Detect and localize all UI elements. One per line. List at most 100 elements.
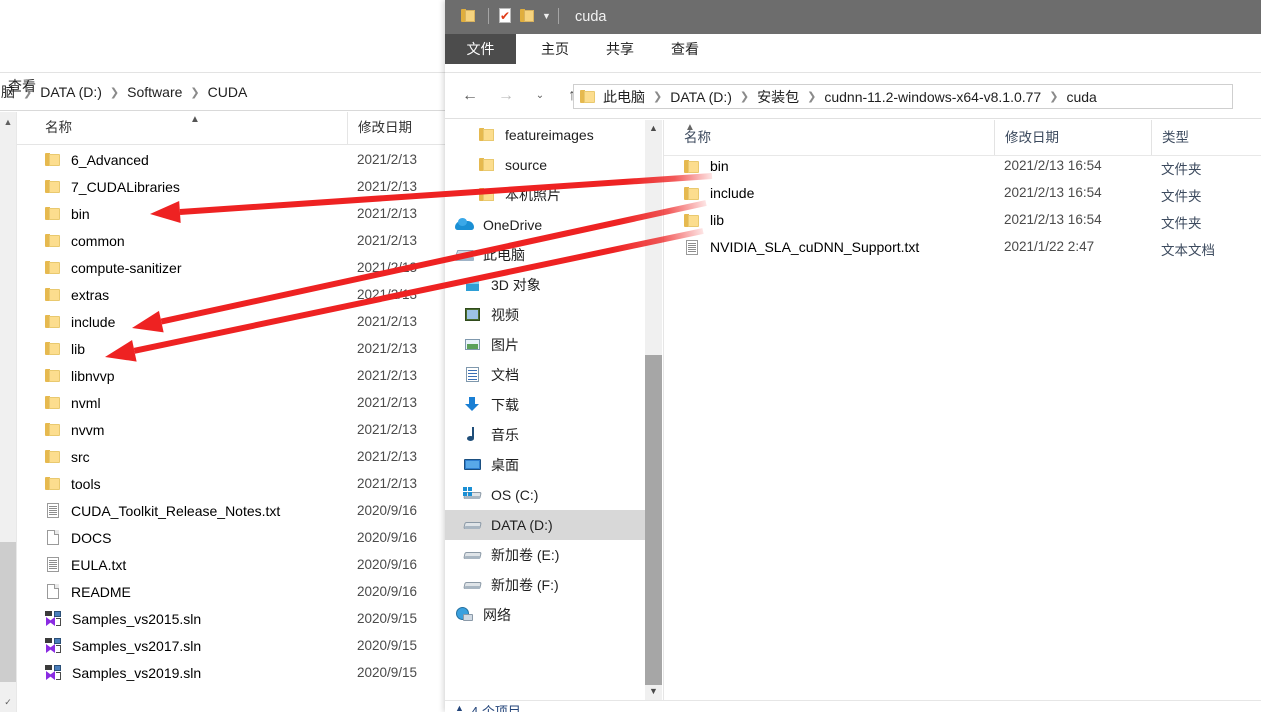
- nav-pane-item[interactable]: 网络: [445, 600, 645, 630]
- table-row[interactable]: bin 2021/2/13: [17, 200, 445, 227]
- file-name-cell[interactable]: 6_Advanced: [45, 152, 149, 168]
- table-row[interactable]: DOCS 2020/9/16: [17, 524, 445, 551]
- table-row[interactable]: tools 2021/2/13: [17, 470, 445, 497]
- file-name-cell[interactable]: NVIDIA_SLA_cuDNN_Support.txt: [684, 239, 919, 255]
- tab-file[interactable]: 文件: [445, 34, 516, 64]
- breadcrumb-segment[interactable]: CUDA: [207, 84, 249, 100]
- file-name-cell[interactable]: 7_CUDALibraries: [45, 179, 180, 195]
- right-file-list[interactable]: bin 2021/2/13 16:54 文件夹 include 2021/2/13 16…: [664, 158, 1261, 266]
- breadcrumb-segment[interactable]: 脑: [0, 82, 16, 102]
- nav-pane-item[interactable]: OS (C:): [445, 480, 645, 510]
- address-input[interactable]: 此电脑 ❯ DATA (D:) ❯ 安装包 ❯ cudnn-11.2-windows-x64…: [573, 84, 1233, 109]
- table-row[interactable]: NVIDIA_SLA_cuDNN_Support.txt 2021/1/22 2:…: [664, 239, 1261, 266]
- navigation-pane[interactable]: featureimages source 本机照片 OneDrive 此电脑 3D 对象视…: [445, 120, 645, 700]
- file-name-cell[interactable]: bin: [684, 158, 729, 174]
- table-row[interactable]: EULA.txt 2020/9/16: [17, 551, 445, 578]
- nav-scroll-thumb[interactable]: [645, 355, 662, 685]
- file-name-cell[interactable]: src: [45, 449, 90, 465]
- forward-button[interactable]: →: [493, 83, 519, 109]
- table-row[interactable]: lib 2021/2/13 16:54 文件夹: [664, 212, 1261, 239]
- recent-locations-button[interactable]: ⌄: [527, 83, 553, 109]
- file-name-cell[interactable]: libnvvp: [45, 368, 115, 384]
- table-row[interactable]: bin 2021/2/13 16:54 文件夹: [664, 158, 1261, 185]
- nav-pane-item[interactable]: 音乐: [445, 420, 645, 450]
- table-row[interactable]: CUDA_Toolkit_Release_Notes.txt 2020/9/16: [17, 497, 445, 524]
- breadcrumb-segment[interactable]: DATA (D:): [669, 89, 733, 105]
- table-row[interactable]: src 2021/2/13: [17, 443, 445, 470]
- table-row[interactable]: include 2021/2/13 16:54 文件夹: [664, 185, 1261, 212]
- left-nav-pane-scrollbar[interactable]: ▲ ✓: [0, 112, 17, 712]
- properties-icon[interactable]: ✔: [496, 7, 514, 25]
- nav-pane-item[interactable]: 此电脑: [445, 240, 645, 270]
- file-name-cell[interactable]: extras: [45, 287, 109, 303]
- nav-pane-item[interactable]: 3D 对象: [445, 270, 645, 300]
- left-address-bar[interactable]: 脑 ❯ DATA (D:) ❯ Software ❯ CUDA: [0, 78, 445, 106]
- left-nav-scroll-down-icon[interactable]: ✓: [2, 696, 14, 708]
- nav-pane-item[interactable]: 下载: [445, 390, 645, 420]
- table-row[interactable]: libnvvp 2021/2/13: [17, 362, 445, 389]
- file-name-cell[interactable]: tools: [45, 476, 101, 492]
- chevron-down-icon[interactable]: ▼: [542, 11, 551, 21]
- right-column-header-date[interactable]: 修改日期: [994, 120, 1059, 155]
- breadcrumb-segment[interactable]: cuda: [1065, 89, 1097, 105]
- file-name-cell[interactable]: EULA.txt: [45, 557, 126, 573]
- file-name-cell[interactable]: nvml: [45, 395, 101, 411]
- breadcrumb-segment[interactable]: cudnn-11.2-windows-x64-v8.1.0.77: [823, 89, 1042, 105]
- table-row[interactable]: 7_CUDALibraries 2021/2/13: [17, 173, 445, 200]
- table-row[interactable]: README 2020/9/16: [17, 578, 445, 605]
- back-button[interactable]: ←: [457, 83, 483, 109]
- file-name-cell[interactable]: compute-sanitizer: [45, 260, 182, 276]
- nav-pane-item[interactable]: 本机照片: [445, 180, 645, 210]
- breadcrumb-segment[interactable]: 此电脑: [602, 87, 646, 107]
- quick-access-toolbar[interactable]: ✔ ▼: [459, 7, 566, 25]
- nav-pane-item[interactable]: source: [445, 150, 645, 180]
- table-row[interactable]: Samples_vs2015.sln 2020/9/15: [17, 605, 445, 632]
- nav-pane-item[interactable]: DATA (D:): [445, 510, 645, 540]
- file-name-cell[interactable]: Samples_vs2015.sln: [45, 611, 201, 627]
- left-breadcrumb[interactable]: 脑 ❯ DATA (D:) ❯ Software ❯ CUDA: [0, 78, 445, 106]
- breadcrumb-segment[interactable]: 安装包: [756, 87, 800, 107]
- file-name-cell[interactable]: common: [45, 233, 125, 249]
- left-file-list[interactable]: 6_Advanced 2021/2/13 7_CUDALibraries 2021/2…: [17, 146, 445, 686]
- left-column-header-name[interactable]: 名称: [45, 112, 72, 144]
- tab-share[interactable]: 共享: [592, 34, 648, 64]
- nav-pane-item[interactable]: 桌面: [445, 450, 645, 480]
- right-title-bar[interactable]: ✔ ▼ cuda: [445, 0, 1261, 34]
- file-name-cell[interactable]: DOCS: [45, 530, 111, 546]
- tab-home[interactable]: 主页: [527, 34, 583, 64]
- tab-view[interactable]: 查看: [657, 34, 713, 64]
- table-row[interactable]: compute-sanitizer 2021/2/13: [17, 254, 445, 281]
- left-nav-scroll-up-icon[interactable]: ▲: [2, 116, 14, 128]
- file-name-cell[interactable]: include: [45, 314, 115, 330]
- nav-pane-item[interactable]: 文档: [445, 360, 645, 390]
- file-name-cell[interactable]: Samples_vs2017.sln: [45, 638, 201, 654]
- file-name-cell[interactable]: lib: [45, 341, 85, 357]
- file-name-cell[interactable]: README: [45, 584, 131, 600]
- nav-scroll-up-icon[interactable]: ▲: [645, 120, 662, 137]
- file-name-cell[interactable]: nvvm: [45, 422, 104, 438]
- table-row[interactable]: lib 2021/2/13: [17, 335, 445, 362]
- table-row[interactable]: nvvm 2021/2/13: [17, 416, 445, 443]
- file-name-cell[interactable]: Samples_vs2019.sln: [45, 665, 201, 681]
- table-row[interactable]: Samples_vs2019.sln 2020/9/15: [17, 659, 445, 686]
- table-row[interactable]: include 2021/2/13: [17, 308, 445, 335]
- nav-pane-item[interactable]: 新加卷 (E:): [445, 540, 645, 570]
- new-folder-icon[interactable]: [518, 7, 536, 25]
- file-name-cell[interactable]: CUDA_Toolkit_Release_Notes.txt: [45, 503, 280, 519]
- file-name-cell[interactable]: bin: [45, 206, 90, 222]
- nav-pane-item[interactable]: 新加卷 (F:): [445, 570, 645, 600]
- nav-pane-scrollbar[interactable]: ▲ ▼: [645, 120, 662, 700]
- table-row[interactable]: 6_Advanced 2021/2/13: [17, 146, 445, 173]
- left-nav-scroll-thumb[interactable]: [0, 542, 16, 682]
- nav-pane-item[interactable]: 图片: [445, 330, 645, 360]
- right-breadcrumb[interactable]: 此电脑 ❯ DATA (D:) ❯ 安装包 ❯ cudnn-11.2-windows-x64…: [602, 83, 1098, 111]
- nav-pane-item[interactable]: featureimages: [445, 120, 645, 150]
- right-column-header-type[interactable]: 类型: [1151, 120, 1189, 155]
- table-row[interactable]: extras 2021/2/13: [17, 281, 445, 308]
- file-name-cell[interactable]: include: [684, 185, 754, 201]
- breadcrumb-segment[interactable]: Software: [126, 84, 183, 100]
- nav-pane-item[interactable]: OneDrive: [445, 210, 645, 240]
- folder-icon[interactable]: [459, 7, 477, 25]
- left-column-header-date[interactable]: 修改日期: [347, 112, 412, 144]
- nav-scroll-down-icon[interactable]: ▼: [645, 683, 662, 700]
